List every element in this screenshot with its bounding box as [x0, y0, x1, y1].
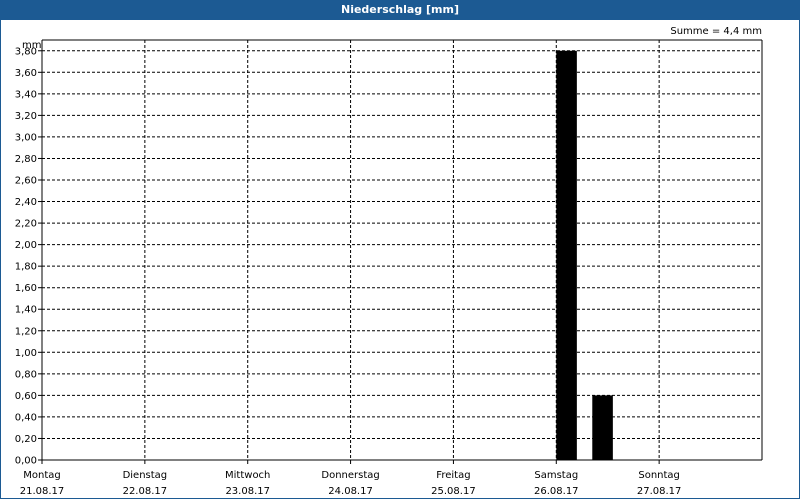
y-tick-label: 0,40: [15, 412, 37, 423]
y-tick-label: 0,00: [15, 456, 37, 467]
x-tick-label-date: 27.08.17: [637, 486, 682, 497]
x-tick-label-date: 24.08.17: [328, 486, 373, 497]
y-tick-label: 1,60: [15, 283, 37, 294]
x-tick-label-date: 26.08.17: [534, 486, 579, 497]
x-tick-label-day: Donnerstag: [321, 470, 379, 481]
x-tick-label-date: 21.08.17: [20, 486, 65, 497]
y-tick-label: 1,80: [15, 262, 37, 273]
y-tick-label: 3,60: [15, 68, 37, 79]
y-tick-label: 3,00: [15, 132, 37, 143]
y-tick-label: 1,40: [15, 305, 37, 316]
x-tick-label-day: Mittwoch: [225, 470, 270, 481]
y-tick-label: 1,20: [15, 326, 37, 337]
y-tick-label: 2,60: [15, 176, 37, 187]
x-tick-label-date: 22.08.17: [123, 486, 168, 497]
y-tick-label: 3,20: [15, 111, 37, 122]
y-tick-label: 0,20: [15, 434, 37, 445]
x-tick-label-date: 23.08.17: [225, 486, 270, 497]
y-tick-label: 3,80: [15, 46, 37, 57]
x-tick-label-day: Freitag: [436, 470, 470, 481]
y-tick-label: 2,20: [15, 219, 37, 230]
precipitation-chart: 0,00 0,20 0,40 0,60 0,80 1,00 1,20 1,40 1,60 1,80…: [15, 39, 763, 497]
x-tick-label-day: Montag: [23, 470, 60, 481]
y-tick-label: 2,00: [15, 240, 37, 251]
y-tick-label: 2,80: [15, 154, 37, 165]
x-tick-label-date: 25.08.17: [431, 486, 476, 497]
y-tick-label: 0,80: [15, 369, 37, 380]
y-tick-label: 0,60: [15, 391, 37, 402]
precipitation-bar: [592, 395, 613, 460]
x-tick-label-day: Samstag: [534, 470, 578, 481]
y-tick-label: 2,40: [15, 197, 37, 208]
y-tick-label: 3,40: [15, 89, 37, 100]
y-tick-label: 1,00: [15, 348, 37, 359]
x-tick-label-day: Dienstag: [123, 470, 168, 481]
x-tick-label-day: Sonntag: [638, 470, 680, 481]
precipitation-bar: [556, 50, 577, 461]
